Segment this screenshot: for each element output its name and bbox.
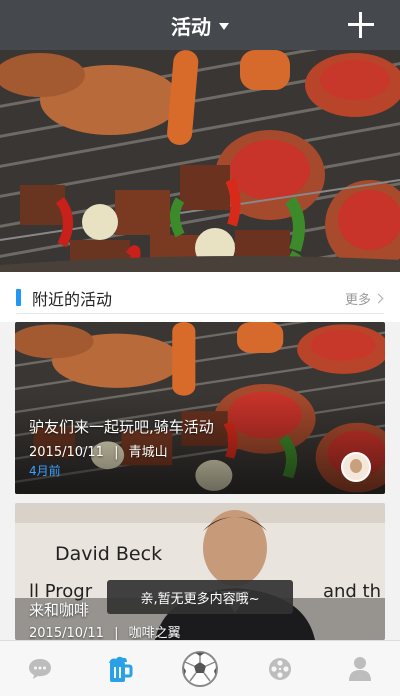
add-icon[interactable] (348, 12, 374, 38)
background-text: and th (322, 581, 381, 602)
film-reel-icon (269, 657, 291, 680)
soccer-ball-icon (182, 650, 218, 687)
section-accent-bar (16, 289, 21, 306)
dropdown-caret-icon (219, 22, 229, 30)
event-time-ago: 4月前 (29, 464, 61, 478)
top-bar: 活动 (0, 0, 400, 50)
page-title: 活动 (171, 14, 211, 39)
section-title: 附近的活动 (32, 290, 113, 309)
event-location: 咖啡之翼 (128, 626, 181, 640)
more-label: 更多 (344, 293, 371, 308)
beer-icon (109, 656, 133, 682)
bottom-tab-bar (0, 640, 400, 696)
event-meta: 2015/10/11 | 咖啡之翼 (29, 622, 181, 640)
more-link[interactable]: 更多 (344, 289, 384, 308)
tab-profile[interactable] (320, 641, 400, 696)
event-location: 青城山 (128, 445, 168, 460)
tab-movies[interactable] (240, 641, 320, 696)
avatar[interactable] (341, 452, 371, 482)
bbq-image (0, 50, 400, 272)
meta-separator: | (114, 445, 119, 460)
tab-messages[interactable] (0, 641, 80, 696)
event-title: 驴友们来一起玩吧,骑车活动 (29, 418, 214, 436)
event-card[interactable]: David Beck ll Progr and th 来和咖啡 2015/10/… (15, 503, 385, 640)
event-card[interactable]: 驴友们来一起玩吧,骑车活动 2015/10/11 | 青城山 4月前 (15, 322, 385, 494)
toast-message: 亲,暂无更多内容哦~ (107, 580, 293, 614)
divider (16, 313, 384, 314)
event-date: 2015/10/11 (29, 445, 104, 460)
chat-icon (29, 658, 51, 679)
chevron-right-icon (373, 293, 384, 304)
app-root: 活动 附近的活动 更多 驴友们来一起玩吧,骑车活动 2015/10/11 | 青… (0, 0, 400, 696)
event-meta: 2015/10/11 | 青城山 (29, 441, 168, 460)
tab-activities[interactable] (80, 641, 160, 696)
event-title: 来和咖啡 (29, 601, 90, 619)
nearby-section-header: 附近的活动 更多 (0, 272, 400, 322)
activity-type-selector[interactable]: 活动 (171, 11, 229, 40)
background-text: David Beck (55, 543, 163, 565)
banner-image[interactable] (0, 50, 400, 272)
person-icon (349, 656, 371, 681)
tab-sports[interactable] (160, 641, 240, 696)
meta-separator: | (114, 626, 119, 640)
event-date: 2015/10/11 (29, 626, 104, 640)
